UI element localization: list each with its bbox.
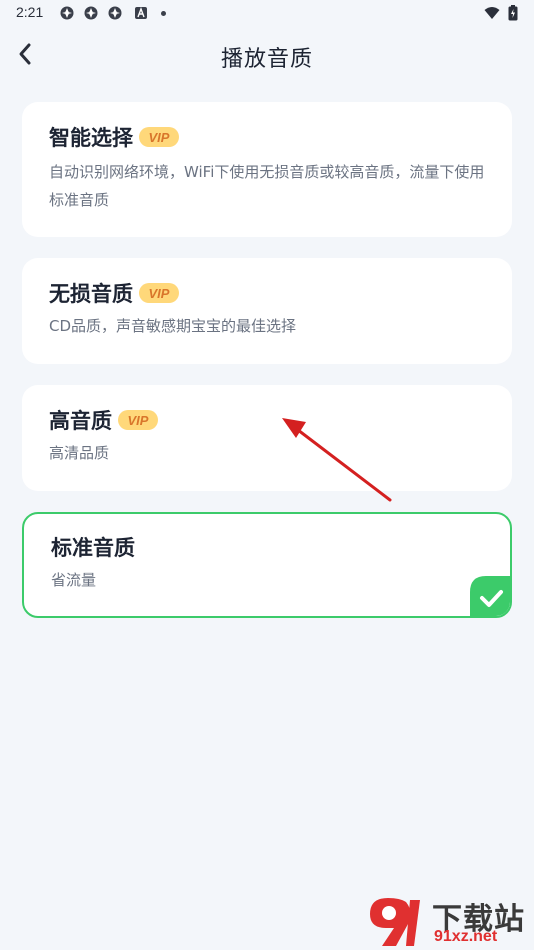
annotation-arrow-icon [282, 418, 392, 502]
card-title-row: 高音质 VIP [49, 405, 158, 435]
quality-option-high[interactable]: 高音质 VIP 高清品质 [22, 385, 512, 491]
option-description: 高清品质 [49, 444, 110, 462]
vip-badge-icon: VIP [139, 283, 179, 303]
status-bar: 2:21 [0, 0, 534, 28]
option-description: CD品质，声音敏感期宝宝的最佳选择 [49, 317, 297, 335]
wifi-icon [484, 7, 500, 19]
status-time: 2:21 [16, 4, 44, 20]
option-description: 自动识别网络环境，WiFi下使用无损音质或较高音质，流量下使用标准音质 [49, 163, 485, 209]
option-title: 高音质 [49, 409, 112, 433]
vip-badge-icon: VIP [139, 127, 179, 147]
quality-option-smart[interactable]: 智能选择 VIP 自动识别网络环境，WiFi下使用无损音质或较高音质，流量下使用… [22, 102, 512, 237]
selected-check-icon [470, 576, 510, 616]
quality-option-standard[interactable]: 标准音质 省流量 [22, 512, 512, 618]
more-notifications-dot [161, 11, 166, 16]
app-notification-icon [84, 6, 98, 20]
quality-option-lossless[interactable]: 无损音质 VIP CD品质，声音敏感期宝宝的最佳选择 [22, 258, 512, 364]
page-title: 播放音质 [220, 47, 313, 72]
vip-badge-label: VIP [149, 130, 170, 145]
option-title: 标准音质 [51, 536, 135, 560]
vip-badge-icon: VIP [118, 410, 158, 430]
watermark-logo-icon [370, 898, 420, 946]
vip-badge-label: VIP [149, 286, 170, 301]
font-notification-icon [135, 7, 147, 19]
battery-icon [508, 5, 518, 21]
option-description: 省流量 [51, 571, 97, 589]
app-notification-icon [60, 6, 74, 20]
option-title: 智能选择 [49, 126, 133, 150]
app-notification-icon [108, 6, 122, 20]
header: 播放音质 [0, 28, 534, 84]
vip-badge-label: VIP [128, 413, 149, 428]
watermark-url: 91xz.net [434, 928, 498, 945]
option-title: 无损音质 [49, 282, 133, 306]
card-title-row: 智能选择 VIP [49, 122, 179, 152]
card-title-row: 无损音质 VIP [49, 278, 179, 308]
watermark: 下载站 91xz.net [362, 892, 534, 950]
card-title-row: 标准音质 [51, 532, 135, 562]
